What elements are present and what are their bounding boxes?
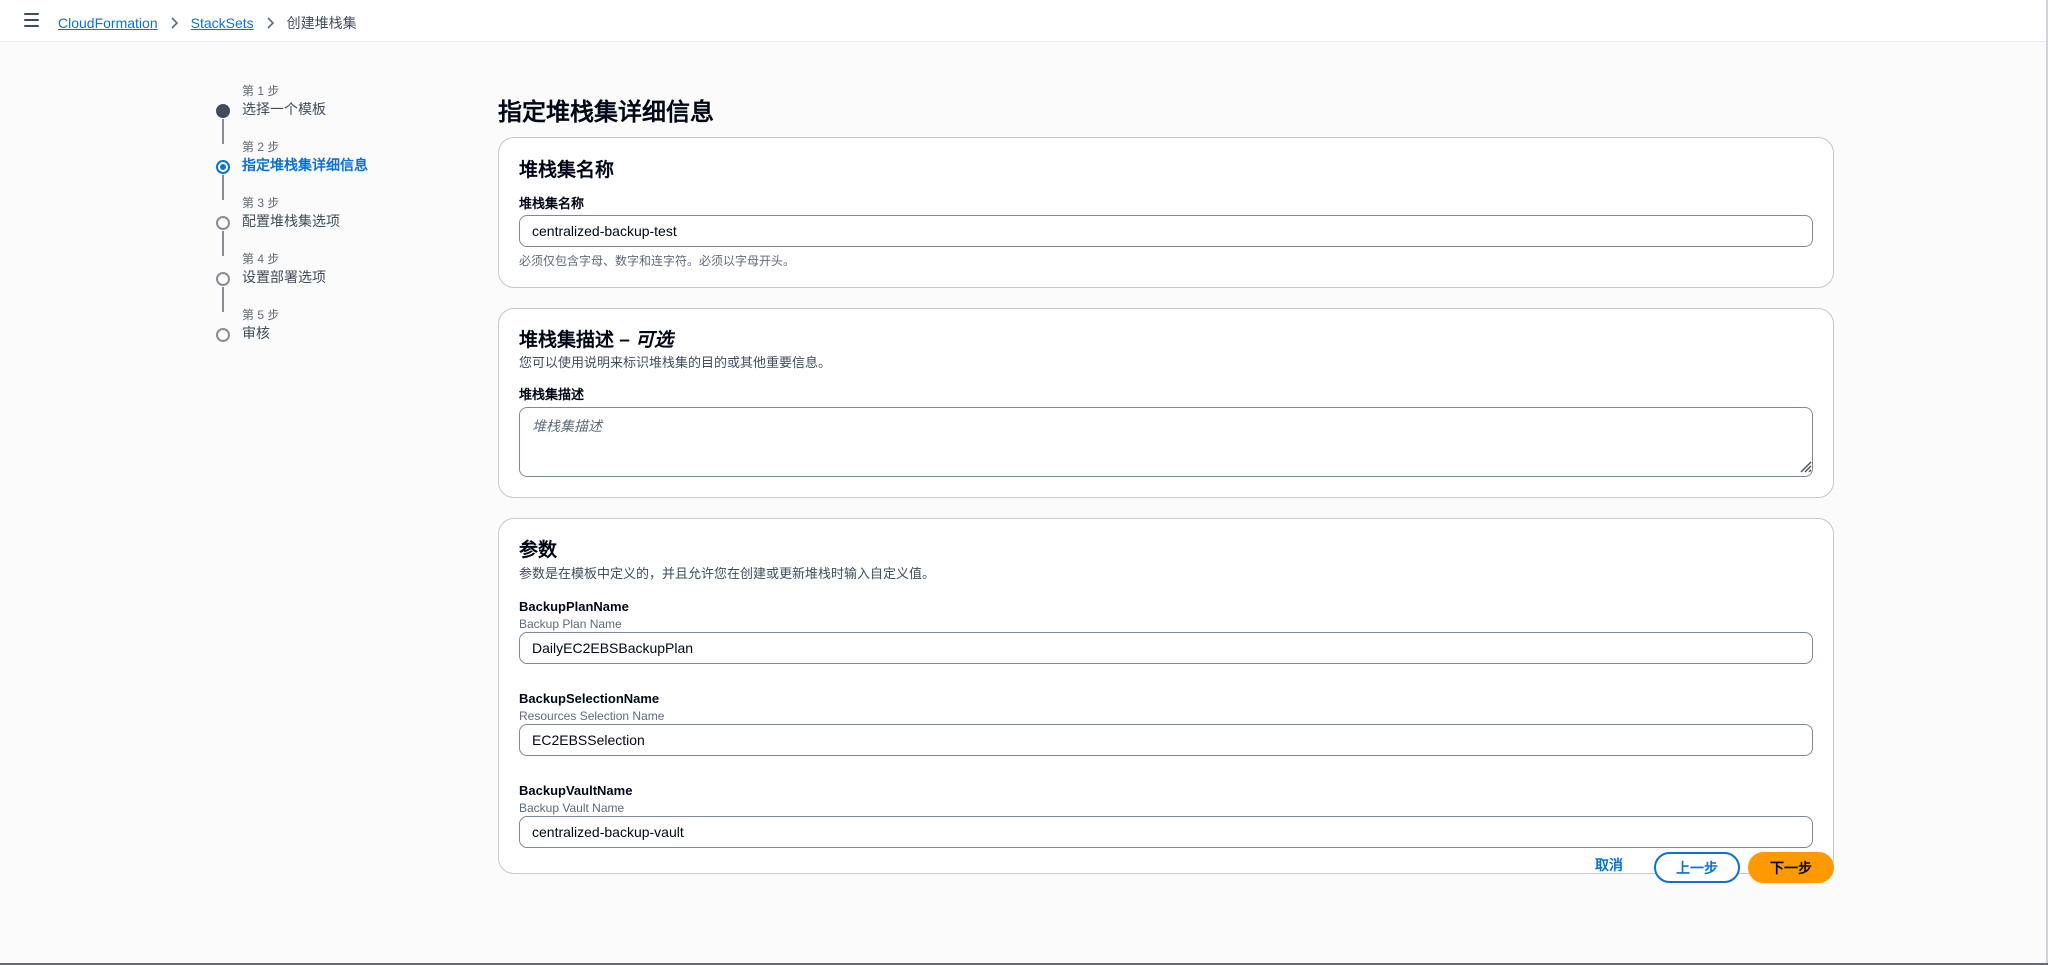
stackset-name-input[interactable]: [519, 215, 1813, 247]
breadcrumb: CloudFormation StackSets 创建堆栈集: [58, 13, 357, 33]
optional-label: 可选: [635, 330, 674, 351]
description-heading-text: 堆栈集描述 –: [519, 330, 636, 351]
wizard-steps: 第 1 步 选择一个模板 第 2 步 指定堆栈集详细信息 第 3 步 配置堆栈集…: [216, 82, 416, 362]
step-number: 第 2 步: [242, 140, 280, 154]
param-backupselectionname-input[interactable]: [519, 724, 1813, 756]
stackset-description-label: 堆栈集描述: [519, 387, 585, 402]
stackset-name-heading: 堆栈集名称: [519, 160, 615, 181]
stackset-description-help: 您可以使用说明来标识堆栈集的目的或其他重要信息。: [519, 355, 832, 370]
wizard-step-5: 第 5 步 审核: [216, 306, 416, 362]
resize-handle-icon[interactable]: [1798, 459, 1812, 473]
stackset-name-label: 堆栈集名称: [519, 196, 585, 211]
step-pending-icon: [216, 328, 230, 342]
main-content: 第 1 步 选择一个模板 第 2 步 指定堆栈集详细信息 第 3 步 配置堆栈集…: [0, 42, 2046, 963]
breadcrumb-stacksets[interactable]: StackSets: [191, 15, 254, 31]
breadcrumb-current: 创建堆栈集: [286, 15, 357, 31]
step-number: 第 5 步: [242, 308, 280, 322]
next-button[interactable]: 下一步: [1748, 852, 1834, 883]
step-pending-icon: [216, 216, 230, 230]
parameters-help: 参数是在模板中定义的，并且允许您在创建或更新堆栈时输入自定义值。: [519, 566, 936, 581]
stackset-name-constraint: 必须仅包含字母、数字和连字符。必须以字母开头。: [519, 254, 796, 268]
step-complete-icon: [216, 104, 230, 118]
previous-button[interactable]: 上一步: [1654, 852, 1740, 883]
param-backupplanname-input[interactable]: [519, 632, 1813, 664]
stackset-description-heading: 堆栈集描述 – 可选: [519, 325, 673, 352]
top-navigation: CloudFormation StackSets 创建堆栈集: [0, 0, 2048, 42]
parameters-container: 参数 参数是在模板中定义的，并且允许您在创建或更新堆栈时输入自定义值。 Back…: [498, 518, 1834, 874]
step-title: 审核: [242, 325, 270, 341]
param-backupplanname-label: BackupPlanName: [519, 599, 629, 614]
step-current-icon: [216, 160, 230, 174]
step-number: 第 4 步: [242, 252, 280, 266]
chevron-right-icon: [266, 17, 276, 29]
page-title: 指定堆栈集详细信息: [498, 99, 714, 126]
wizard-step-3: 第 3 步 配置堆栈集选项: [216, 194, 416, 256]
breadcrumb-cloudformation[interactable]: CloudFormation: [58, 15, 158, 31]
stackset-name-container: 堆栈集名称 堆栈集名称 必须仅包含字母、数字和连字符。必须以字母开头。: [498, 137, 1834, 288]
param-backupvaultname-description: Backup Vault Name: [519, 801, 625, 815]
step-title: 指定堆栈集详细信息: [242, 157, 368, 173]
step-number: 第 3 步: [242, 196, 280, 210]
chevron-right-icon: [170, 17, 180, 29]
step-title[interactable]: 选择一个模板: [242, 99, 326, 119]
parameters-heading: 参数: [519, 540, 558, 561]
wizard-step-2: 第 2 步 指定堆栈集详细信息: [216, 138, 416, 200]
wizard-step-1[interactable]: 第 1 步 选择一个模板: [216, 82, 416, 144]
stackset-description-container: 堆栈集描述 – 可选 您可以使用说明来标识堆栈集的目的或其他重要信息。 堆栈集描…: [498, 308, 1834, 498]
param-backupvaultname-label: BackupVaultName: [519, 783, 633, 798]
step-title: 配置堆栈集选项: [242, 213, 340, 229]
param-backupselectionname-description: Resources Selection Name: [519, 709, 665, 723]
param-backupvaultname-input[interactable]: [519, 816, 1813, 848]
menu-icon[interactable]: [24, 13, 39, 27]
stackset-description-textarea[interactable]: [519, 407, 1813, 477]
param-backupplanname-description: Backup Plan Name: [519, 617, 622, 631]
cancel-button[interactable]: 取消: [1584, 850, 1634, 880]
param-backupselectionname-label: BackupSelectionName: [519, 691, 660, 706]
wizard-step-4: 第 4 步 设置部署选项: [216, 250, 416, 312]
step-number: 第 1 步: [242, 84, 280, 98]
step-pending-icon: [216, 272, 230, 286]
step-title: 设置部署选项: [242, 269, 326, 285]
